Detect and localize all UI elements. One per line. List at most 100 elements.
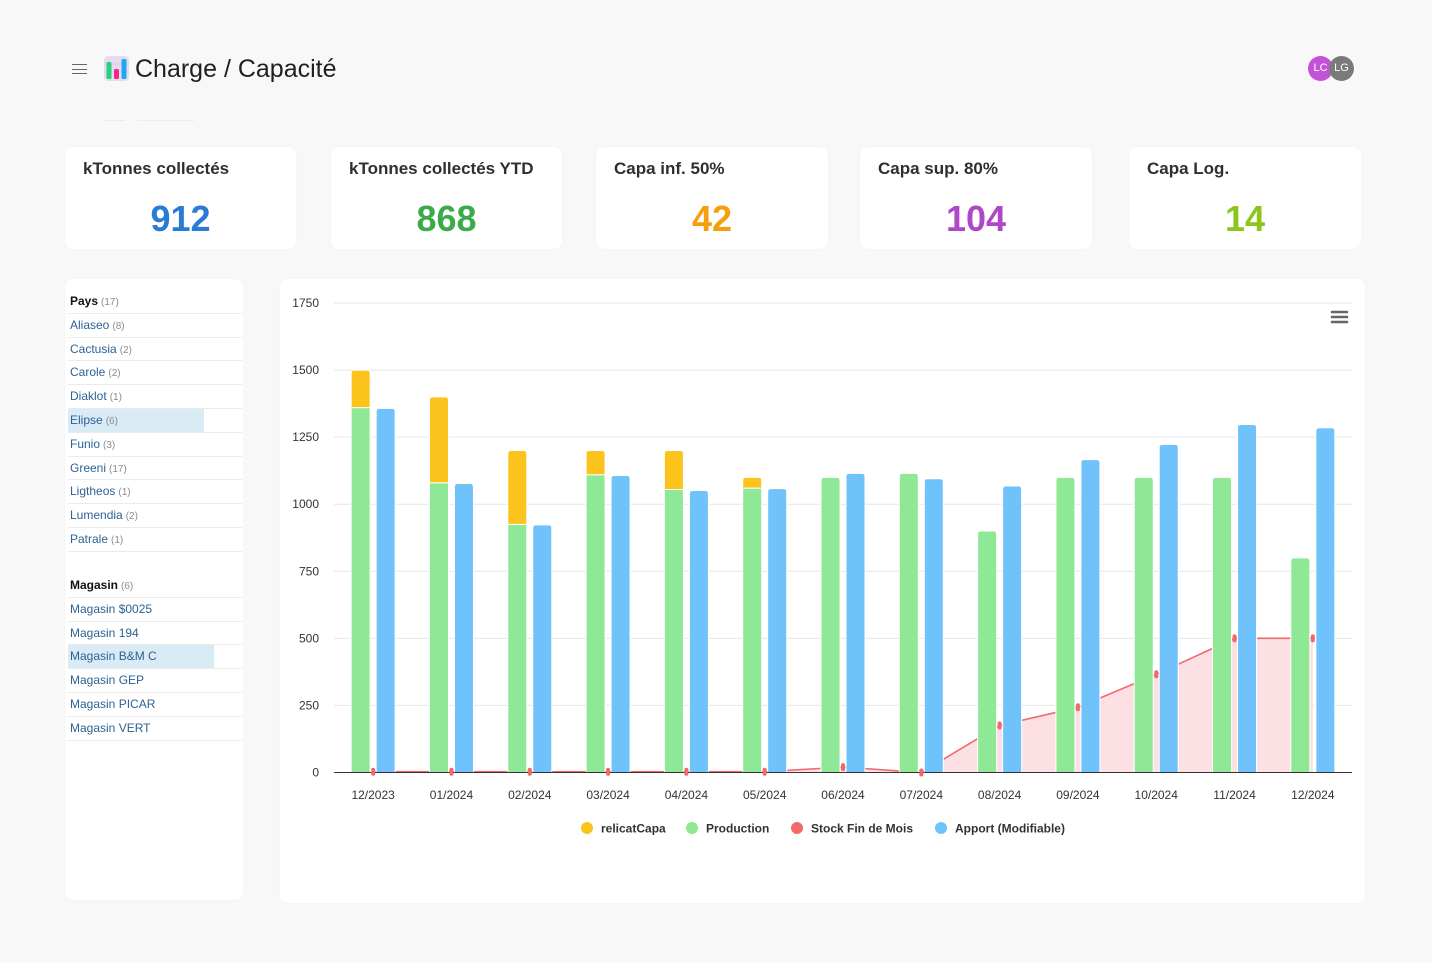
stock-marker[interactable] <box>684 767 689 776</box>
bar-relicatcapa[interactable] <box>663 450 684 490</box>
filter-item[interactable]: Ligtheos (1) <box>68 480 242 505</box>
bar-production[interactable] <box>428 482 449 773</box>
filter-item[interactable]: Aliaseo (8) <box>68 314 242 338</box>
menu-icon[interactable] <box>1328 307 1352 327</box>
filter-item[interactable]: Magasin PICAR <box>68 693 242 717</box>
bar-production[interactable] <box>1055 476 1076 773</box>
hamburger-icon-line <box>72 64 87 66</box>
bar-apport[interactable] <box>1002 485 1023 773</box>
x-tick-label: 01/2024 <box>430 788 474 802</box>
legend-label: Production <box>706 822 769 836</box>
y-tick-label: 1750 <box>292 296 319 310</box>
bar-production[interactable] <box>977 530 998 773</box>
filter-item[interactable]: Diaklot (1) <box>68 385 242 409</box>
stock-marker[interactable] <box>762 767 767 776</box>
hamburger-menu-button[interactable] <box>72 63 88 75</box>
filter-item-label: Magasin 194 <box>70 625 139 640</box>
bar-production[interactable] <box>820 476 841 773</box>
stock-marker[interactable] <box>1154 670 1159 679</box>
filter-item[interactable]: Elipse (6) <box>68 408 242 433</box>
filter-item[interactable]: Magasin B&M C <box>68 645 242 670</box>
filter-item-count: (2) <box>125 511 138 523</box>
filter-item-count: (1) <box>109 392 122 404</box>
bar-production[interactable] <box>1212 476 1233 773</box>
legend-symbol <box>581 822 593 834</box>
filter-item[interactable]: Magasin $0025 <box>68 598 242 622</box>
stock-marker[interactable] <box>1232 634 1237 643</box>
bar-chart-icon <box>104 56 129 81</box>
stock-marker[interactable] <box>919 768 924 777</box>
stock-marker[interactable] <box>997 721 1002 730</box>
stock-marker[interactable] <box>1075 703 1080 712</box>
stock-marker[interactable] <box>449 767 454 776</box>
bar-production[interactable] <box>585 474 606 773</box>
legend-item-relicatcapa[interactable]: relicatCapa <box>581 822 666 836</box>
legend-item-apport-modifiable[interactable]: Apport (Modifiable) <box>935 822 1065 836</box>
bar-production[interactable] <box>663 488 684 774</box>
y-tick-label: 500 <box>299 631 319 645</box>
bar-apport[interactable] <box>1315 427 1336 773</box>
x-tick-label: 03/2024 <box>586 788 630 802</box>
x-tick-label: 04/2024 <box>665 788 709 802</box>
filter-item[interactable]: Carole (2) <box>68 361 242 386</box>
filter-item-label: Cactusia <box>70 341 117 356</box>
kpi-label: Capa inf. 50% <box>614 159 725 178</box>
filter-count: (17) <box>101 297 119 308</box>
bar-relicatcapa[interactable] <box>585 450 606 476</box>
stock-marker[interactable] <box>527 767 532 776</box>
bar-relicatcapa[interactable] <box>507 450 528 525</box>
bar-apport[interactable] <box>923 478 944 773</box>
filter-item-count: (1) <box>118 487 131 499</box>
bar-production[interactable] <box>742 487 763 773</box>
bar-relicatcapa[interactable] <box>350 369 371 409</box>
bar-production[interactable] <box>1133 476 1154 773</box>
y-tick-label: 1000 <box>292 497 319 511</box>
filter-item[interactable]: Magasin 194 <box>68 622 242 646</box>
legend-symbol <box>791 822 803 834</box>
avatar[interactable]: LG <box>1329 56 1354 81</box>
filter-item[interactable]: Lumendia (2) <box>68 504 242 528</box>
filter-item-label: Lumendia <box>70 508 123 523</box>
stock-marker[interactable] <box>371 767 376 776</box>
filter-item[interactable]: Patrale (1) <box>68 528 242 552</box>
filter-item[interactable]: Funio (3) <box>68 433 242 457</box>
legend-item-production[interactable]: Production <box>686 822 769 836</box>
hamburger-icon-line <box>72 68 87 70</box>
bar-apport[interactable] <box>375 407 396 773</box>
bar-apport[interactable] <box>845 472 866 773</box>
chart-card: 0 250 500 750 1000 1250 1500 1750 12/2023 01/202… <box>280 279 1365 903</box>
bar-relicatcapa[interactable] <box>428 396 449 484</box>
filter-item-label: Magasin $0025 <box>70 601 153 616</box>
bar-apport[interactable] <box>688 490 709 773</box>
stock-marker[interactable] <box>841 763 845 772</box>
x-tick-label: 06/2024 <box>821 788 865 802</box>
bar-apport[interactable] <box>1237 424 1258 773</box>
filter-item-label: Elipse <box>70 412 103 427</box>
bar-apport[interactable] <box>767 488 788 773</box>
x-tick-label: 02/2024 <box>508 788 552 802</box>
filter-item[interactable]: Greeni (17) <box>68 457 242 481</box>
bar-apport[interactable] <box>610 475 631 773</box>
bar-production[interactable] <box>350 407 371 773</box>
bar-apport[interactable] <box>1080 459 1101 773</box>
x-tick-label: 05/2024 <box>743 788 787 802</box>
bar-production[interactable] <box>507 523 528 773</box>
filter-title: Pays <box>70 294 99 308</box>
filter-item-count: (1) <box>111 534 124 546</box>
filter-item-count: (17) <box>109 463 127 475</box>
bar-apport[interactable] <box>453 483 474 773</box>
stock-marker[interactable] <box>606 767 611 776</box>
stock-marker[interactable] <box>1310 634 1315 643</box>
bar-relicatcapa[interactable] <box>742 476 763 489</box>
filter-item[interactable]: Magasin GEP <box>68 669 242 693</box>
bar-production[interactable] <box>1290 557 1311 773</box>
bar-production[interactable] <box>898 472 919 773</box>
filter-item[interactable]: Cactusia (2) <box>68 338 242 362</box>
filter-item[interactable]: Magasin VERT <box>68 717 242 741</box>
bar-apport[interactable] <box>532 524 553 773</box>
kpi-value: 14 <box>1224 198 1266 239</box>
bar-apport[interactable] <box>1158 443 1179 773</box>
legend-label: relicatCapa <box>601 822 666 836</box>
legend-item-stock-fin-de-mois[interactable]: Stock Fin de Mois <box>791 822 913 836</box>
kpi-value: 912 <box>150 198 211 239</box>
